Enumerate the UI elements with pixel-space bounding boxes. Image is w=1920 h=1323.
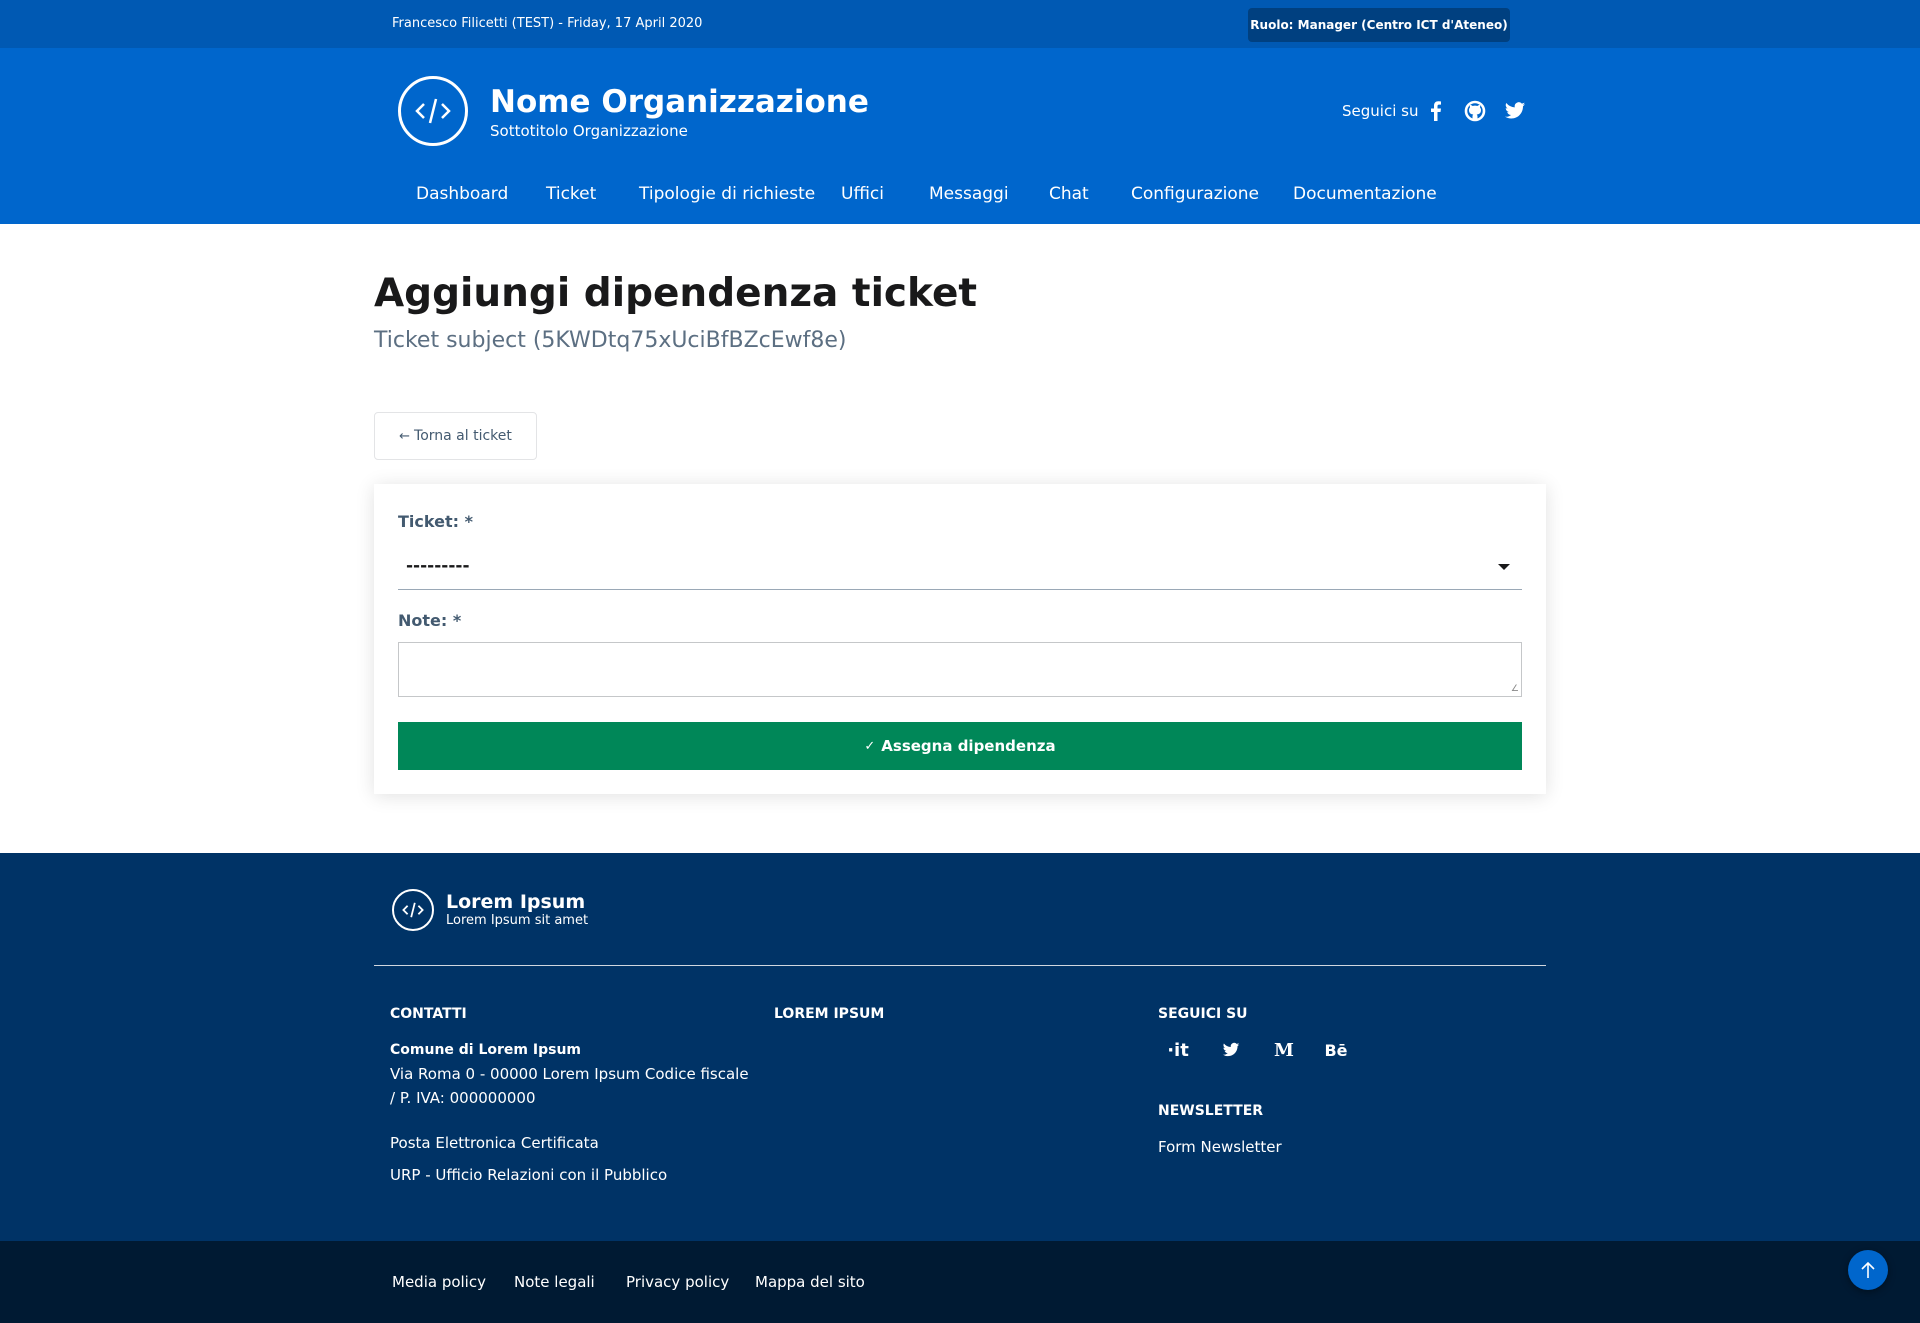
newsletter-link[interactable]: Form Newsletter: [1158, 1135, 1282, 1159]
behance-icon[interactable]: Bē: [1322, 1038, 1350, 1062]
nav-item-ticket[interactable]: Ticket: [546, 184, 596, 204]
contacts-name: Comune di Lorem Ipsum: [390, 1042, 581, 1058]
resize-grip-icon[interactable]: ∠: [1511, 684, 1519, 694]
contacts-address: Via Roma 0 - 00000 Lorem Ipsum Codice fi…: [390, 1065, 749, 1107]
twitter-icon[interactable]: [1504, 100, 1526, 122]
submit-label: Assegna dipendenza: [881, 737, 1056, 755]
back-button-label: Torna al ticket: [414, 428, 512, 444]
footer-divider: [374, 965, 1546, 966]
page-title: Aggiungi dipendenza ticket: [374, 271, 978, 316]
urp-link[interactable]: URP - Ufficio Relazioni con il Pubblico: [390, 1163, 667, 1187]
brand-subtitle: Sottotitolo Organizzazione: [490, 122, 688, 140]
designers-italia-icon[interactable]: ·it: [1164, 1038, 1192, 1062]
privacy-policy-link[interactable]: Privacy policy: [626, 1273, 729, 1291]
ticket-label: Ticket: *: [398, 512, 473, 531]
github-icon[interactable]: [1464, 100, 1486, 122]
ticket-select-value: ---------: [406, 556, 470, 576]
brand-title[interactable]: Nome Organizzazione: [490, 84, 869, 120]
check-icon: ✓: [864, 738, 876, 754]
nav-item-documentazione[interactable]: Documentazione: [1293, 184, 1437, 204]
contacts-heading: CONTATTI: [390, 1006, 467, 1022]
footer-brand-subtitle: Lorem Ipsum sit amet: [446, 913, 589, 928]
bottom-bar: Media policy Note legali Privacy policy …: [0, 1241, 1920, 1323]
follow-heading: SEGUICI SU: [1158, 1006, 1248, 1022]
lorem-ipsum-heading: LOREM IPSUM: [774, 1006, 885, 1022]
assign-dependency-button[interactable]: ✓ Assegna dipendenza: [398, 722, 1522, 770]
medium-icon[interactable]: M: [1270, 1038, 1298, 1062]
dependency-form: Ticket: * --------- Note: * ∠ ✓ Assegna …: [374, 484, 1546, 794]
nav-item-dashboard[interactable]: Dashboard: [416, 184, 508, 204]
center-header: Nome Organizzazione Sottotitolo Organizz…: [0, 48, 1920, 168]
nav-item-configurazione[interactable]: Configurazione: [1131, 184, 1259, 204]
nav-item-tipologie[interactable]: Tipologie di richieste: [639, 184, 815, 204]
pec-link[interactable]: Posta Elettronica Certificata: [390, 1131, 599, 1155]
slim-header: Francesco Filicetti (TEST) - Friday, 17 …: [0, 0, 1920, 48]
mappa-del-sito-link[interactable]: Mappa del sito: [755, 1273, 865, 1291]
back-to-top-button[interactable]: [1848, 1250, 1888, 1290]
footer-brand-title[interactable]: Lorem Ipsum: [446, 891, 585, 913]
note-legali-link[interactable]: Note legali: [514, 1273, 595, 1291]
footer-twitter-icon[interactable]: [1217, 1038, 1245, 1062]
arrow-left-icon: ←: [399, 428, 411, 444]
newsletter-heading: NEWSLETTER: [1158, 1103, 1264, 1119]
main-nav: Dashboard Ticket Tipologie di richieste …: [0, 168, 1920, 224]
role-button[interactable]: Ruolo: Manager (Centro ICT d'Ateneo): [1248, 8, 1510, 42]
back-to-ticket-button[interactable]: ← Torna al ticket: [374, 412, 537, 460]
page-subtitle: Ticket subject (5KWDtq75xUciBfBZcEwf8e): [374, 328, 847, 353]
footer: Lorem Ipsum Lorem Ipsum sit amet CONTATT…: [0, 853, 1920, 1241]
media-policy-link[interactable]: Media policy: [392, 1273, 486, 1291]
nav-item-uffici[interactable]: Uffici: [841, 184, 884, 204]
code-icon[interactable]: [398, 76, 468, 146]
nav-item-chat[interactable]: Chat: [1049, 184, 1089, 204]
note-textarea[interactable]: ∠: [398, 642, 1522, 697]
user-info: Francesco Filicetti (TEST) - Friday, 17 …: [392, 16, 703, 31]
arrow-up-icon: [1861, 1261, 1875, 1278]
footer-code-icon[interactable]: [392, 889, 434, 931]
note-label: Note: *: [398, 611, 462, 630]
social-label: Seguici su: [1342, 102, 1419, 120]
nav-item-messaggi[interactable]: Messaggi: [929, 184, 1009, 204]
facebook-icon[interactable]: [1425, 100, 1447, 122]
ticket-select[interactable]: ---------: [398, 542, 1522, 590]
caret-down-icon: [1498, 564, 1510, 570]
